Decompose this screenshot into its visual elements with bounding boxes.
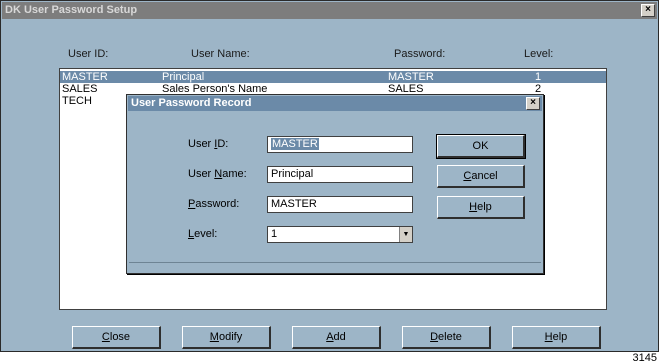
column-header-user-name: User Name:	[191, 48, 250, 60]
window-titlebar[interactable]: DK User Password Setup ×	[2, 2, 657, 19]
user-password-record-dialog: User Password Record × User ID: MASTER U…	[126, 94, 544, 274]
column-header-user-id: User ID:	[68, 48, 109, 60]
cell-password: MASTER	[388, 71, 434, 83]
close-icon[interactable]: ×	[641, 4, 655, 17]
level-select-value: 1	[271, 228, 278, 240]
column-header-level: Level:	[524, 48, 554, 60]
modify-button[interactable]: Modify	[182, 326, 271, 349]
main-window: DK User Password Setup × User ID: User N…	[0, 0, 659, 352]
dialog-divider	[129, 262, 541, 271]
user-id-label: User ID:	[188, 138, 229, 150]
ok-button[interactable]: OK	[436, 134, 526, 159]
cancel-button[interactable]: Cancel	[437, 165, 525, 188]
password-label: Password:	[188, 198, 240, 210]
cell-user-id: SALES	[62, 83, 98, 95]
user-id-value: MASTER	[271, 138, 319, 150]
dialog-titlebar[interactable]: User Password Record ×	[128, 96, 542, 111]
user-name-label: User Name:	[188, 168, 247, 180]
figure-number: 3145	[632, 352, 657, 364]
level-select[interactable]: 1 ▼	[267, 226, 413, 243]
add-button[interactable]: Add	[292, 326, 381, 349]
cell-user-name: Principal	[162, 71, 205, 83]
password-field[interactable]: MASTER	[267, 196, 413, 213]
close-button[interactable]: Close	[72, 326, 161, 349]
help-button[interactable]: Help	[512, 326, 601, 349]
user-name-field[interactable]: Principal	[267, 166, 413, 183]
delete-button[interactable]: Delete	[402, 326, 491, 349]
dialog-help-button[interactable]: Help	[437, 196, 525, 219]
cell-level: 1	[535, 71, 542, 83]
dialog-title: User Password Record	[131, 97, 252, 109]
cell-user-id: MASTER	[62, 71, 108, 83]
level-label: Level:	[188, 228, 218, 240]
close-icon[interactable]: ×	[526, 97, 540, 110]
column-header-password: Password:	[394, 48, 446, 60]
cell-user-id: TECH	[62, 95, 92, 107]
table-row[interactable]: MASTER Principal MASTER 1	[60, 71, 606, 83]
window-title: DK User Password Setup	[5, 4, 138, 16]
chevron-down-icon[interactable]: ▼	[399, 227, 412, 242]
user-id-field[interactable]: MASTER	[267, 136, 413, 153]
